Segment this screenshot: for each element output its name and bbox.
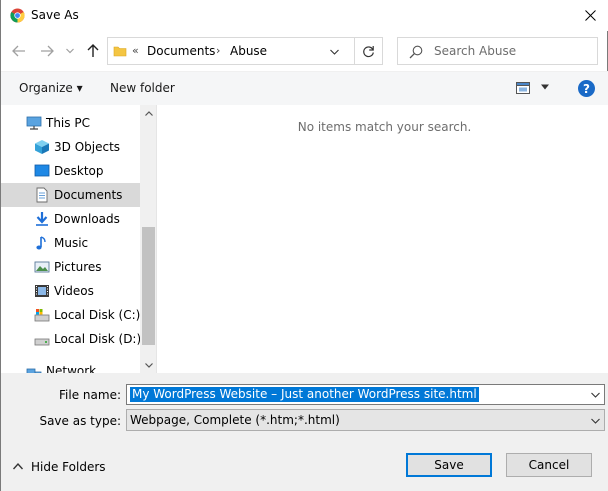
search-input[interactable] <box>434 41 594 61</box>
filename-label: File name: <box>59 388 121 402</box>
nav-item-label: Desktop <box>54 164 104 178</box>
nav-item-this-pc[interactable]: This PC <box>1 111 140 135</box>
scroll-down-button[interactable] <box>140 357 156 373</box>
filename-input[interactable]: My WordPress Website – Just another Word… <box>126 384 605 405</box>
music-icon <box>36 236 46 250</box>
download-icon <box>36 212 48 226</box>
nav-item-label: Music <box>54 236 89 250</box>
nav-item-local-disk-d[interactable]: Local Disk (D:) <box>1 327 142 351</box>
nav-item-downloads[interactable]: Downloads <box>1 207 140 231</box>
refresh-icon <box>363 45 374 57</box>
breadcrumb-abuse[interactable]: Abuse <box>230 44 267 58</box>
desktop-icon <box>34 164 50 177</box>
cancel-button[interactable]: Cancel <box>506 453 592 477</box>
chevron-down-icon <box>144 362 153 368</box>
nav-item-label: Local Disk (C:) <box>54 308 141 322</box>
scroll-up-button[interactable] <box>140 105 156 121</box>
chevron-up-icon <box>144 110 153 116</box>
save-as-dialog: Save As « Documents › Abuse Search Abuse… <box>0 0 608 491</box>
nav-item-label: Downloads <box>54 212 120 226</box>
back-button[interactable] <box>9 41 29 61</box>
nav-item-music[interactable]: Music <box>1 231 140 255</box>
nav-item-desktop[interactable]: Desktop <box>1 159 140 183</box>
video-icon <box>35 285 49 297</box>
breadcrumb-documents[interactable]: Documents <box>147 44 215 58</box>
arrow-right-icon <box>41 45 54 57</box>
nav-item-label: Network <box>46 364 97 373</box>
picture-icon <box>34 261 50 273</box>
address-dropdown-button[interactable] <box>324 42 344 62</box>
chevron-up-icon <box>13 462 23 470</box>
savetype-label: Save as type: <box>39 414 121 428</box>
filename-dropdown-button[interactable] <box>586 385 605 404</box>
title-bar: Save As <box>1 0 608 31</box>
view-options-icon[interactable] <box>516 82 530 94</box>
window-title: Save As <box>31 8 79 22</box>
nav-item-label: Documents <box>54 188 123 202</box>
recent-locations-button[interactable] <box>63 41 77 61</box>
chevron-down-icon <box>66 48 74 54</box>
nav-item-label: This PC <box>46 116 90 130</box>
search-box <box>397 37 598 65</box>
nav-item-videos[interactable]: Videos <box>1 279 140 303</box>
breadcrumb-overflow[interactable]: « <box>132 44 139 57</box>
cube-icon <box>35 140 49 154</box>
close-button[interactable] <box>577 4 603 26</box>
arrow-left-icon <box>12 45 25 57</box>
address-bar[interactable]: « Documents › Abuse <box>107 37 383 65</box>
command-toolbar: Organize ▾ New folder ? <box>1 71 608 105</box>
document-icon <box>36 187 48 203</box>
save-form: File name: My WordPress Website – Just a… <box>1 373 608 491</box>
organize-button[interactable]: Organize ▾ <box>19 81 83 95</box>
save-button[interactable]: Save <box>406 453 492 477</box>
forward-button[interactable] <box>37 41 57 61</box>
nav-item-label: Pictures <box>54 260 102 274</box>
arrow-up-icon <box>87 44 99 57</box>
nav-item-local-disk-c[interactable]: Local Disk (C:) <box>1 303 140 327</box>
empty-results-message: No items match your search. <box>297 120 472 134</box>
computer-icon <box>26 116 42 130</box>
network-icon <box>26 368 42 373</box>
nav-item-pictures[interactable]: Pictures <box>1 255 140 279</box>
chevron-down-icon <box>591 418 600 424</box>
hide-folders-label: Hide Folders <box>31 460 106 474</box>
scroll-thumb[interactable] <box>142 227 155 345</box>
filename-value[interactable]: My WordPress Website – Just another Word… <box>130 387 479 402</box>
chevron-down-icon <box>591 392 600 398</box>
savetype-dropdown-button[interactable] <box>586 411 605 430</box>
savetype-value: Webpage, Complete (*.htm;*.html) <box>130 413 340 427</box>
navigation-bar: « Documents › Abuse <box>1 31 608 71</box>
help-icon[interactable]: ? <box>578 80 595 97</box>
up-button[interactable] <box>83 41 103 61</box>
nav-item-label: 3D Objects <box>54 140 121 154</box>
drive-c-icon <box>34 309 50 322</box>
nav-item-documents[interactable]: Documents <box>1 183 140 207</box>
chevron-down-icon <box>329 49 339 55</box>
file-list[interactable]: No items match your search. <box>158 105 608 373</box>
nav-item-label: Local Disk (D:) <box>54 332 142 346</box>
nav-item-network[interactable]: Network <box>1 359 140 373</box>
chrome-icon <box>10 8 25 23</box>
close-icon <box>584 9 596 21</box>
navigation-pane-scrollbar[interactable] <box>140 105 156 373</box>
nav-item-label: Videos <box>54 284 94 298</box>
search-icon <box>409 45 423 59</box>
refresh-button[interactable] <box>354 38 382 64</box>
breadcrumb-separator: › <box>216 44 221 57</box>
savetype-select[interactable]: Webpage, Complete (*.htm;*.html) <box>126 409 605 431</box>
nav-item-3d-objects[interactable]: 3D Objects <box>1 135 140 159</box>
navigation-pane: This PC 3D Objects Desktop Documents Dow… <box>1 105 157 373</box>
drive-d-icon <box>34 338 50 346</box>
view-dropdown-icon[interactable] <box>541 84 549 90</box>
new-folder-button[interactable]: New folder <box>110 81 175 95</box>
folder-icon <box>113 46 127 57</box>
